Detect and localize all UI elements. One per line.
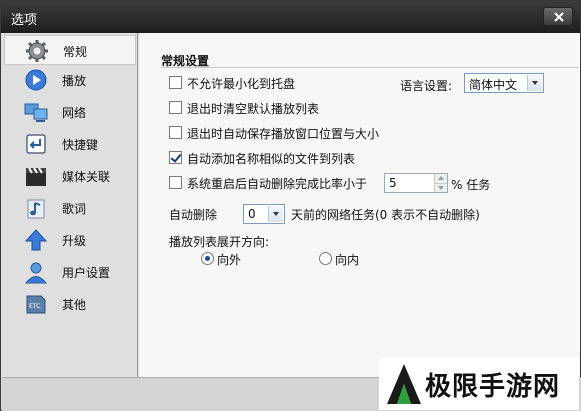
chevron-down-icon[interactable] xyxy=(268,206,283,222)
language-value: 简体中文 xyxy=(469,78,518,92)
save-window-label: 退出时自动保存播放窗口位置与大小 xyxy=(187,127,380,141)
sidebar-item-label: 歌词 xyxy=(62,202,87,216)
delete-ratio-suffix: % 任务 xyxy=(451,178,491,192)
sidebar-item-label: 常规 xyxy=(63,45,88,59)
sidebar-item-label: 媒体关联 xyxy=(62,170,111,184)
etc-icon: ETC. xyxy=(26,295,46,314)
sidebar-item-playback[interactable]: 播放 xyxy=(4,65,136,95)
delete-on-restart-checkbox[interactable] xyxy=(169,176,182,189)
auto-delete-days-value: 0 xyxy=(248,207,256,221)
sidebar-item-lyrics[interactable]: 歌词 xyxy=(4,193,136,223)
clear-playlist-label: 退出时清空默认播放列表 xyxy=(187,102,320,116)
clear-playlist-checkbox[interactable] xyxy=(169,101,182,114)
language-select[interactable]: 简体中文 xyxy=(464,73,544,93)
chevron-down-icon[interactable] xyxy=(527,75,542,91)
watermark-text: 极限手游网 xyxy=(425,372,561,402)
sidebar: 常规 播放 网络 快捷键 媒体关联 歌词 升级 用户设置 ETC. 其他 xyxy=(2,33,138,377)
sidebar-item-label: 网络 xyxy=(62,106,87,120)
window-title: 选项 xyxy=(11,13,38,28)
language-label: 语言设置: xyxy=(400,79,453,93)
auto-delete-label: 自动删除 xyxy=(169,208,218,222)
sidebar-item-label: 升级 xyxy=(62,234,87,248)
up-arrow-icon xyxy=(24,229,48,251)
no-minimize-tray-checkbox[interactable] xyxy=(169,76,182,89)
network-icon xyxy=(24,103,48,122)
add-similar-label: 自动添加名称相似的文件到列表 xyxy=(187,152,356,166)
direction-inward-radio[interactable] xyxy=(319,252,332,265)
sidebar-item-user-settings[interactable]: 用户设置 xyxy=(4,257,136,287)
auto-delete-suffix: 天前的网络任务(0 表示不自动删除) xyxy=(291,208,480,222)
user-icon xyxy=(24,262,48,284)
sidebar-item-label: 快捷键 xyxy=(62,138,99,152)
gear-icon xyxy=(26,40,48,62)
close-icon xyxy=(554,12,564,22)
playlist-direction-label: 播放列表展开方向: xyxy=(169,235,270,249)
sidebar-item-shortcuts[interactable]: 快捷键 xyxy=(4,129,136,159)
delete-ratio-spinner[interactable]: 5 xyxy=(384,173,448,193)
no-minimize-tray-label: 不允许最小化到托盘 xyxy=(187,77,296,91)
auto-delete-days-select[interactable]: 0 xyxy=(243,204,285,224)
play-icon xyxy=(25,69,47,91)
spinner-down-icon[interactable] xyxy=(434,183,447,192)
site-logo-icon xyxy=(387,364,421,404)
direction-outward-label: 向外 xyxy=(217,253,242,267)
watermark: 极限手游网 xyxy=(379,358,579,410)
enter-key-icon xyxy=(26,134,46,154)
close-button[interactable] xyxy=(543,7,573,26)
sidebar-item-upgrade[interactable]: 升级 xyxy=(4,225,136,255)
options-dialog: 选项 常规 播放 网络 快捷键 媒体关联 歌词 升级 用户设置 ETC. 其他 … xyxy=(0,0,581,411)
svg-text:ETC.: ETC. xyxy=(29,303,42,310)
sidebar-item-media-association[interactable]: 媒体关联 xyxy=(4,161,136,191)
settings-panel: 常规设置 不允许最小化到托盘 语言设置: 简体中文 退出时清空默认播放列表 退出… xyxy=(139,33,580,377)
direction-inward-label: 向内 xyxy=(335,253,360,267)
delete-on-restart-label: 系统重启后自动删除完成比率小于 xyxy=(187,177,368,191)
spinner-up-icon[interactable] xyxy=(434,174,447,183)
sidebar-item-label: 播放 xyxy=(62,74,87,88)
section-divider xyxy=(161,67,579,68)
sidebar-item-label: 其他 xyxy=(62,298,87,312)
clapperboard-icon xyxy=(26,167,46,186)
title-bar[interactable]: 选项 xyxy=(1,1,580,33)
add-similar-checkbox[interactable] xyxy=(169,151,182,164)
direction-outward-radio[interactable] xyxy=(201,252,214,265)
save-window-checkbox[interactable] xyxy=(169,126,182,139)
sidebar-item-network[interactable]: 网络 xyxy=(4,97,136,127)
sidebar-item-other[interactable]: ETC. 其他 xyxy=(4,289,136,319)
delete-ratio-value: 5 xyxy=(389,176,397,190)
sidebar-item-general[interactable]: 常规 xyxy=(4,35,136,65)
music-note-icon xyxy=(27,199,45,219)
sidebar-item-label: 用户设置 xyxy=(62,266,111,280)
